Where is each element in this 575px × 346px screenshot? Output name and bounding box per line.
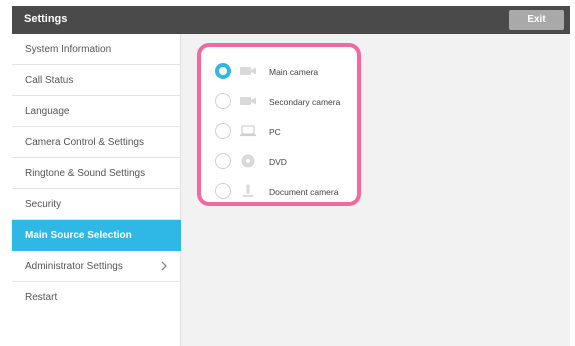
sidebar-item-label: System Information xyxy=(25,44,112,55)
sidebar-item-label: Language xyxy=(25,106,70,117)
window-title: Settings xyxy=(24,13,68,25)
source-option-label: DVD xyxy=(269,157,287,167)
sidebar-item-administrator-settings[interactable]: Administrator Settings xyxy=(12,251,181,282)
source-option-dvd[interactable]: DVD xyxy=(215,150,365,174)
sidebar-item-security[interactable]: Security xyxy=(12,189,181,220)
exit-button[interactable]: Exit xyxy=(509,10,564,30)
sidebar-item-language[interactable]: Language xyxy=(12,96,181,127)
radio-button[interactable] xyxy=(215,93,231,109)
sidebar-item-label: Camera Control & Settings xyxy=(25,137,144,148)
source-option-label: Document camera xyxy=(269,187,339,197)
sidebar-item-system-information[interactable]: System Information xyxy=(12,34,181,65)
laptop-icon xyxy=(240,125,256,137)
sidebar-item-label: Main Source Selection xyxy=(25,230,132,241)
sidebar-item-label: Administrator Settings xyxy=(25,261,123,272)
source-option-label: PC xyxy=(269,127,281,137)
document-camera-icon xyxy=(243,184,253,197)
sidebar-item-label: Restart xyxy=(25,292,58,303)
source-option-main-camera[interactable]: Main camera xyxy=(215,60,365,84)
settings-window: Settings Exit System Information Call St… xyxy=(12,6,570,346)
camera-icon xyxy=(240,97,256,105)
source-option-pc[interactable]: PC xyxy=(215,120,365,144)
source-option-document-camera[interactable]: Document camera xyxy=(215,180,365,204)
source-options-highlight: Main camera Secondary camera PC DVD Docu… xyxy=(197,43,361,206)
settings-sidebar: System Information Call Status Language … xyxy=(12,34,181,346)
sidebar-item-restart[interactable]: Restart xyxy=(12,282,181,313)
sidebar-item-label: Security xyxy=(25,199,62,210)
sidebar-item-label: Call Status xyxy=(25,75,74,86)
source-option-secondary-camera[interactable]: Secondary camera xyxy=(215,90,365,114)
radio-button-selected[interactable] xyxy=(215,63,231,79)
chevron-right-icon xyxy=(161,261,167,271)
sidebar-item-call-status[interactable]: Call Status xyxy=(12,65,181,96)
sidebar-item-label: Ringtone & Sound Settings xyxy=(25,168,146,179)
disc-icon xyxy=(241,154,255,168)
main-source-panel: Main camera Secondary camera PC DVD Docu… xyxy=(181,34,570,346)
radio-button[interactable] xyxy=(215,153,231,169)
source-option-label: Secondary camera xyxy=(269,97,341,107)
source-option-label: Main camera xyxy=(269,67,319,77)
sidebar-item-ringtone-sound[interactable]: Ringtone & Sound Settings xyxy=(12,158,181,189)
title-bar: Settings Exit xyxy=(12,6,570,34)
radio-button[interactable] xyxy=(215,183,231,199)
sidebar-item-camera-control[interactable]: Camera Control & Settings xyxy=(12,127,181,158)
radio-button[interactable] xyxy=(215,123,231,139)
sidebar-item-main-source-selection[interactable]: Main Source Selection xyxy=(12,220,181,251)
camera-icon xyxy=(240,67,256,75)
